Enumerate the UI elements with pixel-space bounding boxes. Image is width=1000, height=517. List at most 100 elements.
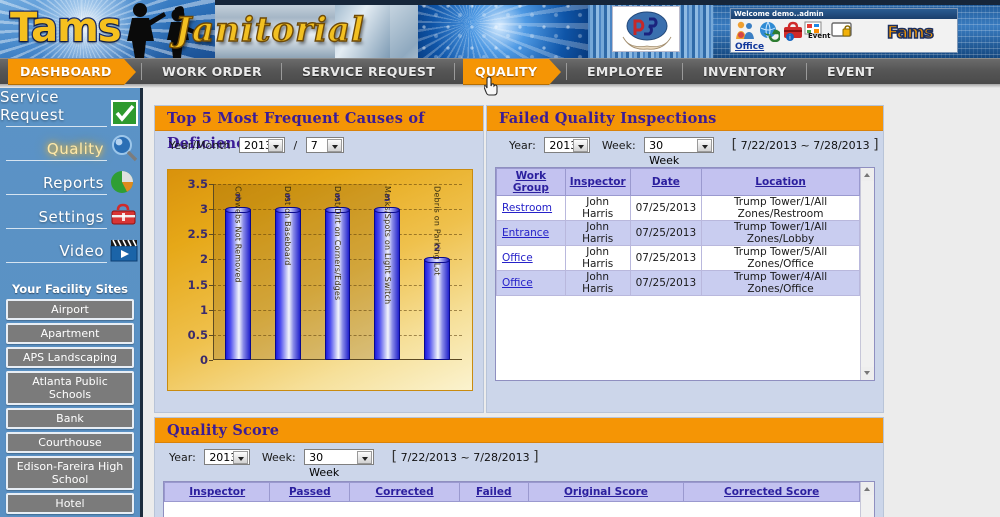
screen-lock-icon[interactable] — [831, 20, 853, 42]
facility-site-button[interactable]: Atlanta Public Schools — [6, 371, 134, 405]
scroll-up-arrow-icon[interactable] — [861, 482, 874, 495]
toolbox-icon[interactable] — [109, 202, 139, 230]
failed-date-range: [ 7/22/2013 ~ 7/28/2013 ] — [731, 137, 879, 153]
facility-site-button[interactable]: Courthouse — [6, 432, 134, 453]
score-week-select[interactable]: 30 Week — [304, 449, 375, 479]
divider — [6, 194, 107, 195]
site-banner: Tams Janitorial Welcome demo..admin i Ev… — [0, 0, 1000, 58]
nav-item-label: WORK ORDER — [162, 64, 262, 79]
sidebar-item-settings[interactable]: Settings — [0, 198, 140, 232]
chart-y-tick-label: 2.5 — [187, 227, 208, 242]
chevron-down-icon[interactable] — [233, 451, 249, 464]
pie-chart-icon[interactable] — [109, 168, 139, 196]
globe-refresh-icon[interactable] — [758, 20, 780, 42]
chevron-down-icon[interactable] — [697, 139, 713, 152]
cell-date: 07/25/2013 — [629, 195, 703, 221]
office-link[interactable]: Office — [735, 42, 764, 52]
work-group-link[interactable]: Office — [502, 277, 533, 289]
table-header-row: Inspector Passed Corrected Failed Original S… — [164, 482, 860, 502]
chevron-down-icon[interactable] — [573, 139, 589, 152]
table-row[interactable]: Office John Harris 07/25/2013 Trump Tower/4… — [496, 270, 860, 296]
facility-site-button[interactable]: Apartment — [6, 323, 134, 344]
column-header-sort[interactable]: Failed — [458, 482, 529, 502]
chevron-down-icon[interactable] — [326, 139, 342, 152]
column-header-sort[interactable]: Passed — [269, 482, 351, 502]
facility-site-button[interactable]: Edison-Fareira High School — [6, 456, 134, 490]
chart-y-tick-label: 0.5 — [187, 327, 208, 342]
column-header-sort[interactable]: Inspector — [164, 482, 271, 502]
sidebar-item-service-request[interactable]: Service Request — [0, 88, 140, 130]
column-header-sort[interactable]: Corrected — [349, 482, 460, 502]
nav-item-work-order[interactable]: WORK ORDER — [150, 59, 274, 85]
nav-item-employee[interactable]: EMPLOYEE — [575, 59, 675, 85]
failed-week-select[interactable]: 30 Week — [644, 137, 715, 167]
column-header-sort[interactable]: Original Score — [527, 482, 685, 502]
failed-inspections-table: Work Group Inspector Date Location Restroom… — [496, 168, 860, 296]
welcome-greeting: Welcome demo..admin — [731, 9, 957, 19]
chart-month-select[interactable]: 7 — [305, 137, 344, 153]
work-group-link[interactable]: Entrance — [502, 227, 549, 239]
panel-title: Failed Quality Inspections — [487, 106, 883, 131]
cell-date: 07/25/2013 — [629, 220, 703, 246]
score-table-scrollbar[interactable] — [860, 482, 874, 517]
main-content: Top 5 Most Frequent Causes of Deficiency… — [146, 88, 1000, 517]
facility-site-button[interactable]: Airport — [6, 299, 134, 320]
facility-site-button[interactable]: Hotel — [6, 493, 134, 514]
failed-week-value: 30 Week — [649, 139, 680, 167]
users-icon[interactable] — [734, 20, 756, 42]
chart-y-tick-label: 3.5 — [187, 177, 208, 191]
column-header-sort[interactable]: Location — [701, 168, 860, 196]
column-header-sort[interactable]: Corrected Score — [683, 482, 860, 502]
facility-sites-title: Your Facility Sites — [12, 282, 128, 296]
chart-category-label: Marks/Spots on Light Switch — [382, 186, 392, 305]
panel-quality-score: Quality Score Year: 2013 Week: 30 Week [ — [154, 417, 884, 517]
sidebar-item-reports[interactable]: Reports — [0, 164, 140, 198]
work-group-link[interactable]: Restroom — [502, 202, 552, 214]
column-header-sort[interactable]: Work Group — [496, 168, 566, 196]
sidebar-item-video[interactable]: Video — [0, 232, 140, 266]
table-row[interactable]: Restroom John Harris 07/25/2013 Trump Tower… — [496, 195, 860, 221]
failed-filter-row: Year: 2013 Week: 30 Week [ 7/22/2013 ~ 7… — [487, 131, 883, 167]
sidebar-item-quality[interactable]: Quality — [0, 130, 140, 164]
nav-item-inventory[interactable]: INVENTORY — [691, 59, 799, 85]
column-header-sort[interactable]: Inspector — [564, 168, 631, 196]
nav-item-event[interactable]: EVENT — [815, 59, 886, 85]
table-row[interactable]: Office John Harris 07/25/2013 Trump Tower/5… — [496, 245, 860, 271]
chart-y-tick-mark — [209, 259, 213, 261]
panel-body: Year: 2013 Week: 30 Week [ 7/22/2013 ~ 7… — [487, 131, 883, 381]
failed-table-scrollbar[interactable] — [860, 168, 874, 380]
janitorial-wordmark: Janitorial — [174, 9, 365, 50]
cell-inspector: John Harris — [564, 245, 631, 271]
work-group-link[interactable]: Office — [502, 252, 533, 264]
panel-top-causes: Top 5 Most Frequent Causes of Deficiency… — [154, 105, 484, 413]
column-header-sort[interactable]: Date — [629, 168, 703, 196]
score-year-select[interactable]: 2013 — [204, 449, 251, 465]
chart-year-select[interactable]: 2013 — [238, 137, 285, 153]
column-header-label: Location — [755, 176, 806, 188]
column-header-label: Failed — [476, 486, 512, 498]
table-row[interactable]: Entrance John Harris 07/25/2013 Trump Tower… — [496, 220, 860, 246]
film-clapper-icon[interactable] — [109, 236, 139, 264]
cell-inspector: John Harris — [564, 195, 631, 221]
nav-item-dashboard[interactable]: DASHBOARD — [8, 59, 136, 85]
failed-year-select[interactable]: 2013 — [544, 137, 591, 153]
chart-y-tick-mark — [209, 234, 213, 236]
cell-work-group: Office — [496, 270, 566, 296]
chevron-down-icon[interactable] — [357, 451, 373, 464]
sidebar-item-label: Video — [59, 242, 104, 260]
nav-item-quality[interactable]: QUALITY — [463, 59, 562, 85]
scroll-up-arrow-icon[interactable] — [861, 168, 874, 181]
facility-site-button[interactable]: APS Landscaping — [6, 347, 134, 368]
magnifier-icon[interactable] — [109, 134, 139, 162]
chart-y-tick-mark — [209, 334, 213, 336]
chevron-down-icon[interactable] — [267, 139, 283, 152]
failed-date-range-text: 7/22/2013 ~ 7/28/2013 — [740, 139, 870, 152]
facility-site-button[interactable]: Bank — [6, 408, 134, 429]
green-check-icon[interactable] — [109, 100, 139, 128]
chart-bar-group: 2 Debris on Parking Lot — [424, 184, 451, 360]
nav-separator — [454, 63, 455, 80]
chart-category-label: Cobwebs Not Removed — [233, 186, 243, 283]
toolbox-info-icon[interactable]: i — [782, 20, 804, 42]
nav-item-service-request[interactable]: SERVICE REQUEST — [290, 59, 447, 85]
scroll-down-arrow-icon[interactable] — [861, 367, 874, 380]
